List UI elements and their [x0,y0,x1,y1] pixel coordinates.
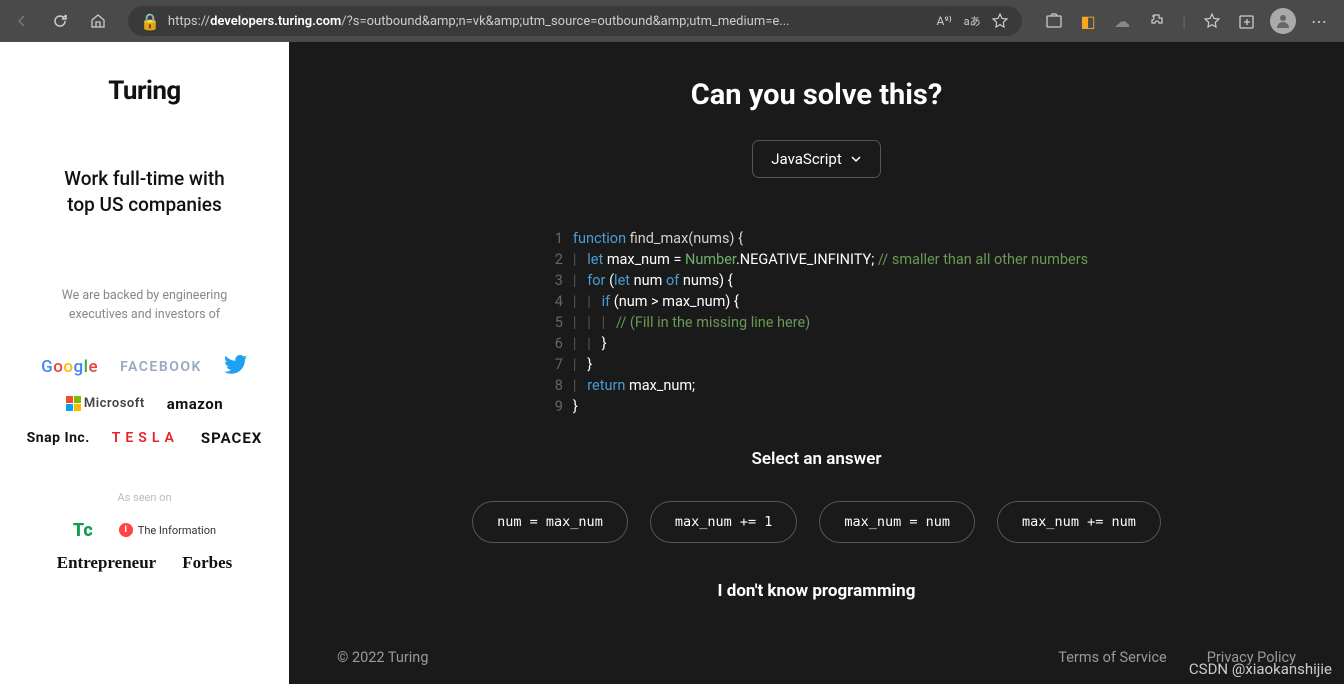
code-line: 7| } [545,354,1088,375]
tagline: Work full-time withtop US companies [20,166,269,217]
translate-icon[interactable]: aあ [962,11,982,31]
read-aloud-icon[interactable]: A⁹⁾ [934,11,954,31]
watermark: CSDN @xiaokanshijie [1189,660,1332,678]
address-bar[interactable]: 🔒 https://developers.turing.com/?s=outbo… [128,6,1022,36]
code-line: 4| | if (num > max_num) { [545,291,1088,312]
code-line: 2| let max_num = Number.NEGATIVE_INFINIT… [545,249,1088,270]
forbes-logo: Forbes [182,553,232,573]
sidebar: Turing Work full-time withtop US compani… [0,42,289,684]
code-line: 5| | | // (Fill in the missing line here… [545,312,1088,333]
page-content: Turing Work full-time withtop US compani… [0,42,1344,684]
profile-avatar[interactable] [1270,8,1296,34]
code-line: 6| | } [545,333,1088,354]
main-content: Can you solve this? JavaScript 1function… [289,42,1344,684]
footer: © 2022 Turing Terms of Service Privacy P… [337,637,1296,666]
answer-option[interactable]: max_num += 1 [650,501,798,543]
ext-icon-2[interactable]: ☁ [1112,11,1132,31]
spacex-logo: SPACEX [201,429,262,447]
code-line: 9} [545,396,1088,417]
answer-option[interactable]: num = max_num [472,501,628,543]
amazon-logo: amazon [167,395,223,413]
select-answer-label: Select an answer [337,449,1296,469]
backed-by-text: We are backed by engineeringexecutives a… [20,287,269,325]
facebook-logo: FACEBOOK [120,359,202,375]
page-title: Can you solve this? [337,78,1296,112]
snap-logo: Snap Inc. [27,430,90,446]
lock-icon: 🔒 [140,12,160,31]
browser-toolbar: 🔒 https://developers.turing.com/?s=outbo… [0,0,1344,42]
as-seen-on: As seen on [20,491,269,504]
twitter-logo [224,355,248,379]
copyright: © 2022 Turing [337,649,428,666]
url-text: https://developers.turing.com/?s=outboun… [168,14,926,29]
more-icon[interactable]: ⋯ [1310,11,1330,31]
terms-link[interactable]: Terms of Service [1058,649,1166,666]
collections-icon[interactable] [1236,11,1256,31]
code-line: 3| for (let num of nums) { [545,270,1088,291]
language-selector[interactable]: JavaScript [752,140,880,178]
favorites-icon[interactable] [1202,11,1222,31]
turing-logo: Turing [20,76,269,106]
toolbar-icons: ◧ ☁ | ⋯ [1038,8,1336,34]
techcrunch-logo: Tc [73,520,93,541]
refresh-button[interactable] [46,7,74,35]
google-logo: Google [41,357,98,377]
dont-know-button[interactable]: I don't know programming [337,581,1296,601]
tesla-logo: TESLA [112,430,179,446]
chevron-down-icon [850,153,862,165]
home-button[interactable] [84,7,112,35]
ext-icon-1[interactable]: ◧ [1078,11,1098,31]
code-line: 1function find_max(nums) { [545,228,1088,249]
company-logos: Google FACEBOOK Microsoft amazon Snap In… [20,355,269,447]
answer-options: num = max_num max_num += 1 max_num = num ma… [337,501,1296,543]
extensions-icon[interactable] [1146,11,1166,31]
favorite-icon[interactable] [990,11,1010,31]
code-block: 1function find_max(nums) {2| let max_num… [545,228,1088,417]
answer-option[interactable]: max_num = num [819,501,975,543]
back-button[interactable] [8,7,36,35]
information-logo: IThe Information [119,523,216,537]
answer-option[interactable]: max_num += num [997,501,1161,543]
entrepreneur-logo: Entrepreneur [57,553,156,573]
screenshot-icon[interactable] [1044,11,1064,31]
microsoft-logo: Microsoft [66,396,145,411]
code-line: 8| return max_num; [545,375,1088,396]
press-logos: Tc IThe Information Entrepreneur Forbes [20,520,269,573]
